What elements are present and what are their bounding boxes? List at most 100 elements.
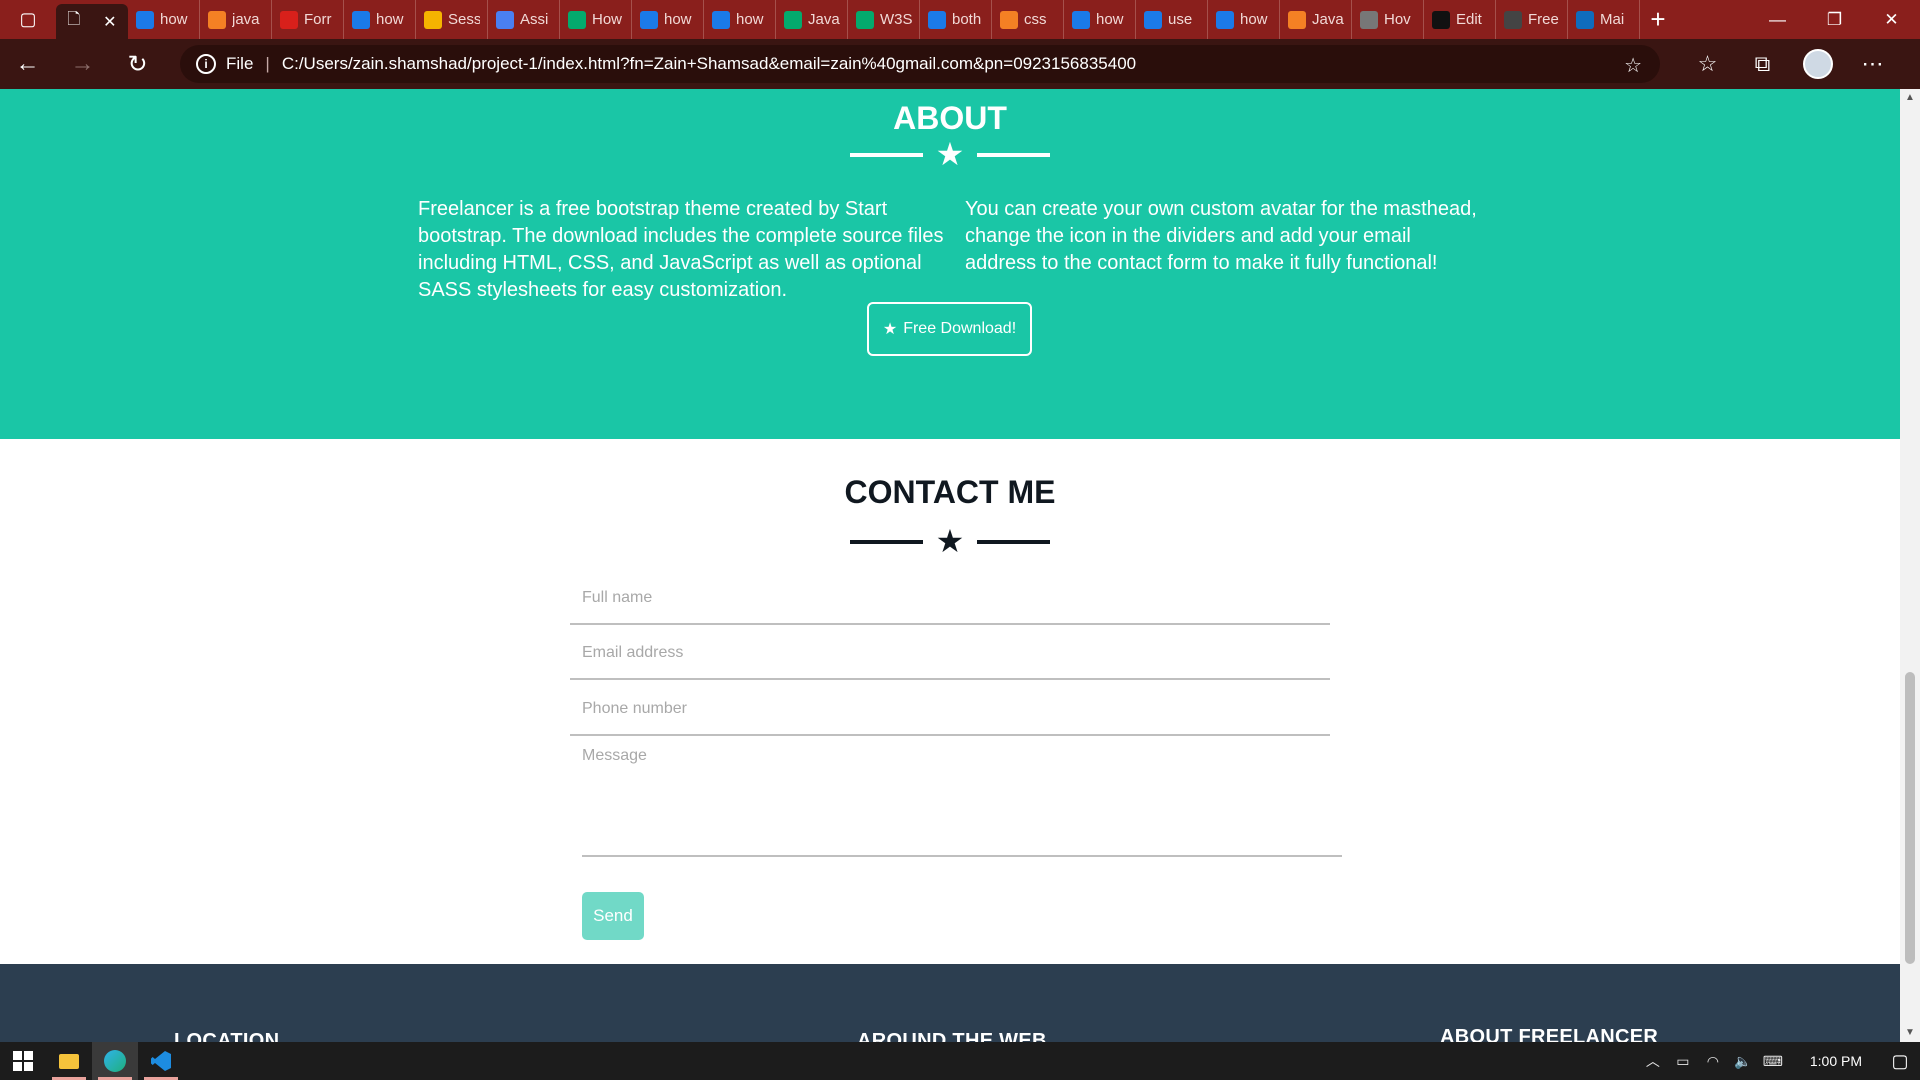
- tab-item[interactable]: use: [1136, 0, 1208, 39]
- stackoverflow-icon: [1000, 10, 1018, 29]
- tab-title: Sess: [448, 11, 480, 28]
- outlook-icon: [1576, 10, 1594, 29]
- bing-icon: [352, 10, 370, 29]
- tab-title: css: [1024, 11, 1047, 28]
- favorites-icon[interactable]: ☆: [1680, 51, 1735, 77]
- send-button[interactable]: Send: [582, 892, 644, 940]
- w3schools-icon: [784, 10, 802, 29]
- github-icon: [1432, 10, 1450, 29]
- tab-active[interactable]: 🗋 ✕: [56, 4, 128, 39]
- close-window-icon[interactable]: ✕: [1863, 0, 1920, 39]
- tab-item[interactable]: Sess: [416, 0, 488, 39]
- scheme-label: File: [226, 54, 254, 73]
- new-tab-button[interactable]: +: [1640, 4, 1676, 35]
- tab-item[interactable]: W3S: [848, 0, 920, 39]
- page-viewport: ABOUT ★ Freelancer is a free bootstrap t…: [0, 89, 1900, 1042]
- scroll-down-icon[interactable]: ▼: [1900, 1024, 1920, 1042]
- email-input[interactable]: [582, 644, 1312, 662]
- name-input[interactable]: [582, 589, 1312, 607]
- windows-icon: [13, 1051, 33, 1071]
- tab-item[interactable]: css: [992, 0, 1064, 39]
- contact-divider: ★: [850, 523, 1050, 559]
- vscode-icon: [151, 1051, 171, 1071]
- phone-input[interactable]: [582, 700, 1312, 718]
- star-icon: ★: [935, 136, 965, 172]
- tab-item[interactable]: how: [704, 0, 776, 39]
- tab-item[interactable]: how: [344, 0, 416, 39]
- tab-item[interactable]: Assi: [488, 0, 560, 39]
- star-icon: ★: [882, 321, 898, 338]
- stackoverflow-icon: [1288, 10, 1306, 29]
- scrollbar-thumb[interactable]: [1905, 672, 1915, 964]
- forward-icon[interactable]: →: [55, 39, 110, 89]
- tab-item[interactable]: how: [1208, 0, 1280, 39]
- keyboard-icon[interactable]: ⌨: [1758, 1053, 1788, 1070]
- minimize-icon[interactable]: —: [1749, 0, 1806, 39]
- about-text-right: You can create your own custom avatar fo…: [965, 198, 1477, 274]
- refresh-icon[interactable]: ↻: [110, 39, 165, 89]
- vscode-button[interactable]: [138, 1042, 184, 1080]
- edge-button[interactable]: [92, 1042, 138, 1080]
- page-scrollbar[interactable]: ▲ ▼: [1900, 89, 1920, 1042]
- more-icon[interactable]: ⋯: [1845, 51, 1900, 77]
- volume-icon[interactable]: 🔈: [1728, 1053, 1758, 1070]
- address-bar[interactable]: i File | C:/Users/zain.shamshad/project-…: [180, 45, 1660, 83]
- message-field-wrap: [582, 747, 1342, 857]
- collections-icon[interactable]: ⧉: [1735, 51, 1790, 77]
- w3schools-icon: [568, 10, 586, 29]
- toolbar-right: ☆ ⧉ ⋯: [1680, 39, 1900, 89]
- w3schools-icon: [856, 10, 874, 29]
- file-explorer-button[interactable]: [46, 1042, 92, 1080]
- tab-item[interactable]: Java: [776, 0, 848, 39]
- tab-item[interactable]: Edit: [1424, 0, 1496, 39]
- tab-actions-icon[interactable]: ▢: [0, 0, 56, 39]
- email-field-wrap: [570, 630, 1330, 680]
- tab-item[interactable]: Hov: [1352, 0, 1424, 39]
- tab-list: how java Forr how Sess Assi How how how Java W3S bo…: [128, 0, 1640, 39]
- profile-avatar[interactable]: [1790, 49, 1845, 79]
- google-docs-icon: [496, 10, 514, 29]
- back-icon[interactable]: ←: [0, 39, 55, 89]
- footer-location-title: LOCATION: [174, 1030, 280, 1042]
- restore-icon[interactable]: ❐: [1806, 0, 1863, 39]
- tab-item[interactable]: Java: [1280, 0, 1352, 39]
- tab-item[interactable]: Free: [1496, 0, 1568, 39]
- tab-item[interactable]: how: [1064, 0, 1136, 39]
- tab-item[interactable]: both: [920, 0, 992, 39]
- tab-title: Java: [808, 11, 840, 28]
- windows-taskbar: ︿ ▭ ◠ 🔈 ⌨ 1:00 PM ▢: [0, 1042, 1920, 1080]
- window-controls: — ❐ ✕: [1749, 0, 1920, 39]
- bing-icon: [640, 10, 658, 29]
- notification-icon[interactable]: ▢: [1880, 1051, 1920, 1072]
- scroll-up-icon[interactable]: ▲: [1900, 89, 1920, 107]
- tab-title: java: [232, 11, 260, 28]
- tab-item[interactable]: how: [128, 0, 200, 39]
- bing-icon: [1072, 10, 1090, 29]
- add-favorite-icon[interactable]: ☆: [1624, 53, 1642, 78]
- footer-about-title: ABOUT FREELANCER: [1440, 1026, 1659, 1042]
- phone-field-wrap: [570, 686, 1330, 736]
- tab-item[interactable]: How: [560, 0, 632, 39]
- chevron-up-icon[interactable]: ︿: [1638, 1051, 1668, 1071]
- start-button[interactable]: [0, 1042, 46, 1080]
- wifi-icon[interactable]: ◠: [1698, 1053, 1728, 1070]
- tab-item[interactable]: how: [632, 0, 704, 39]
- tab-item[interactable]: java: [200, 0, 272, 39]
- contact-section: CONTACT ME ★ Send: [0, 439, 1900, 975]
- clock[interactable]: 1:00 PM: [1810, 1053, 1862, 1069]
- url-text[interactable]: C:/Users/zain.shamshad/project-1/index.h…: [282, 54, 1136, 74]
- bing-icon: [1144, 10, 1162, 29]
- info-icon[interactable]: i: [196, 54, 216, 74]
- message-input[interactable]: [582, 747, 1322, 847]
- tab-title: W3S: [880, 11, 912, 28]
- tab-title: use: [1168, 11, 1193, 28]
- tab-item[interactable]: Forr: [272, 0, 344, 39]
- tab-title: Hov: [1384, 11, 1411, 28]
- free-download-button[interactable]: ★ Free Download!: [867, 302, 1032, 356]
- battery-icon[interactable]: ▭: [1668, 1053, 1698, 1070]
- tab-title: how: [1096, 11, 1124, 28]
- star-icon: ★: [935, 523, 965, 559]
- close-tab-icon[interactable]: ✕: [103, 12, 116, 32]
- tab-item[interactable]: Mai: [1568, 0, 1640, 39]
- tab-title: Edit: [1456, 11, 1482, 28]
